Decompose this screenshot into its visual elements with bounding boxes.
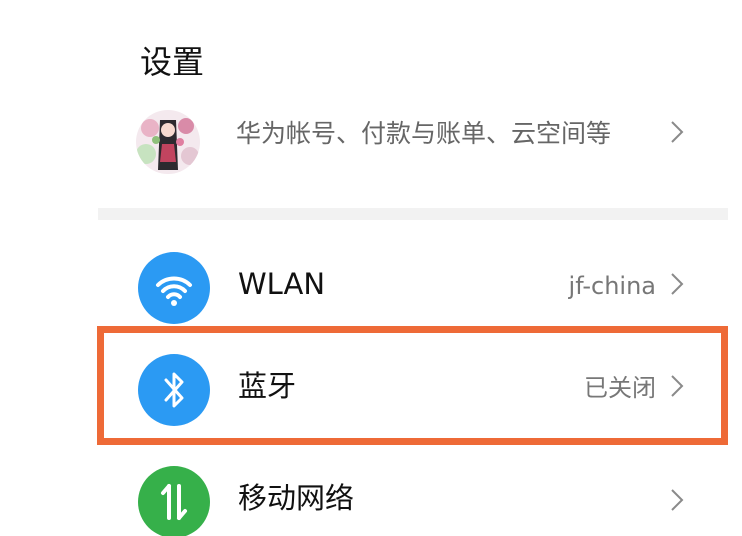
wlan-label: WLAN <box>238 267 326 301</box>
settings-item-wlan[interactable]: WLAN jf-china <box>98 238 728 324</box>
settings-item-mobile-network[interactable]: 移动网络 <box>98 452 728 536</box>
avatar <box>136 110 200 174</box>
mobile-data-icon <box>138 466 210 536</box>
section-gap <box>98 208 728 220</box>
chevron-right-icon <box>671 489 684 511</box>
settings-screen: 设置 华为帐号、付款与账单、云空间等 WLAN jf-china 蓝牙 已关闭 … <box>0 0 742 536</box>
mobile-network-label: 移动网络 <box>238 481 355 515</box>
wifi-icon <box>138 252 210 324</box>
chevron-right-icon <box>671 273 684 295</box>
account-description: 华为帐号、付款与账单、云空间等 <box>236 119 612 148</box>
chevron-right-icon <box>671 121 684 143</box>
page-title: 设置 <box>140 43 205 81</box>
account-row[interactable]: 华为帐号、付款与账单、云空间等 <box>98 100 728 205</box>
wlan-network-name: jf-china <box>568 272 656 300</box>
highlight-box <box>97 326 728 445</box>
